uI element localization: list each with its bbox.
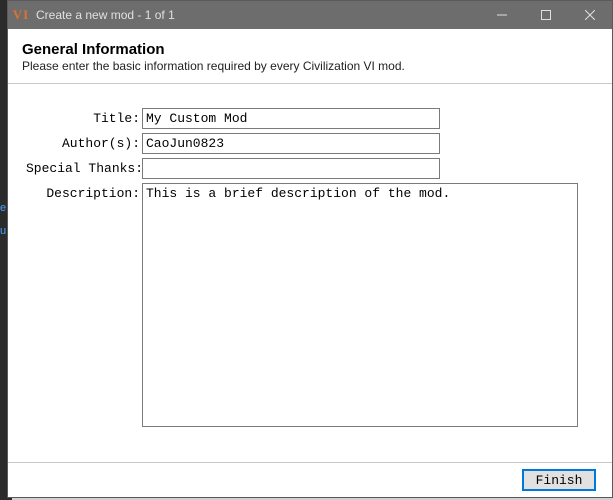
page-subtitle: Please enter the basic information requi… — [22, 59, 598, 73]
titlebar[interactable]: VI Create a new mod - 1 of 1 — [8, 1, 612, 29]
page-title: General Information — [22, 41, 598, 58]
minimize-button[interactable] — [480, 1, 524, 29]
title-label: Title: — [26, 108, 140, 126]
author-label: Author(s): — [26, 133, 140, 151]
close-button[interactable] — [568, 1, 612, 29]
dialog-content: Title: Author(s): Special Thanks: Descri… — [8, 83, 612, 462]
thanks-input[interactable] — [142, 158, 440, 179]
bg-text-1: e — [0, 202, 6, 214]
maximize-button[interactable] — [524, 1, 568, 29]
app-icon: VI — [8, 7, 34, 23]
minimize-icon — [497, 10, 507, 20]
title-input[interactable] — [142, 108, 440, 129]
window-controls — [480, 1, 612, 29]
author-input[interactable] — [142, 133, 440, 154]
form-grid: Title: Author(s): Special Thanks: Descri… — [26, 108, 594, 432]
maximize-icon — [541, 10, 551, 20]
window-title: Create a new mod - 1 of 1 — [34, 8, 480, 22]
thanks-label: Special Thanks: — [26, 158, 140, 176]
dialog-window: VI Create a new mod - 1 of 1 General Inf… — [7, 0, 613, 498]
description-textarea[interactable] — [142, 183, 578, 427]
button-bar: Finish — [8, 462, 612, 497]
description-label: Description: — [26, 183, 140, 201]
finish-button[interactable]: Finish — [522, 469, 596, 491]
bg-text-2: u — [0, 225, 6, 237]
dialog-header: General Information Please enter the bas… — [8, 29, 612, 83]
close-icon — [585, 10, 595, 20]
